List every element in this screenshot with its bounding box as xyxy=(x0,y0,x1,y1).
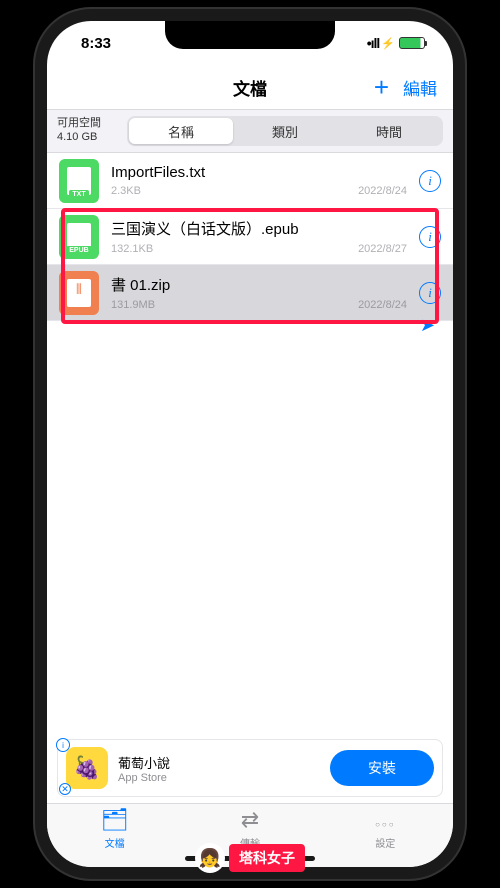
watermark: 👧 塔科女子 xyxy=(195,843,305,873)
ad-subtitle: App Store xyxy=(118,772,320,784)
screen: 8:33 ⚡ 文檔 + 編輯 可用空間 4.10 GB 名稱 類別 時間 xyxy=(47,21,453,867)
file-row[interactable]: ImportFiles.txt 2.3KB 2022/8/24 i xyxy=(47,153,453,209)
tab-settings[interactable]: 設定 xyxy=(318,804,453,853)
ad-info-icon[interactable]: i xyxy=(56,738,70,752)
ad-app-icon: 🍇 xyxy=(66,747,108,789)
file-name: 三国演义（白话文版）.epub xyxy=(111,218,407,239)
more-icon xyxy=(375,807,396,833)
storage-info: 可用空間 4.10 GB xyxy=(57,117,119,145)
info-button[interactable]: i xyxy=(419,282,441,304)
storage-value: 4.10 GB xyxy=(57,131,119,145)
transfer-icon: ⇄ xyxy=(241,807,259,833)
segment-type[interactable]: 類別 xyxy=(233,118,337,144)
info-button[interactable]: i xyxy=(419,170,441,192)
file-row[interactable]: 三国演义（白话文版）.epub 132.1KB 2022/8/27 i xyxy=(47,209,453,265)
tab-files[interactable]: 🗂 文檔 xyxy=(47,804,182,853)
epub-file-icon xyxy=(59,215,99,259)
file-date: 2022/8/24 xyxy=(358,299,407,311)
notch xyxy=(165,21,335,49)
file-size: 2.3KB xyxy=(111,185,141,197)
folder-icon: 🗂 xyxy=(101,807,129,833)
file-row[interactable]: 書 01.zip 131.9MB 2022/8/24 i xyxy=(47,265,453,321)
storage-label: 可用空間 xyxy=(57,117,119,131)
nav-bar: 文檔 + 編輯 xyxy=(47,65,453,109)
charge-icon: ⚡ xyxy=(381,37,395,50)
segment-time[interactable]: 時間 xyxy=(337,118,441,144)
ad-banner[interactable]: i ✕ 🍇 葡萄小說 App Store 安裝 xyxy=(57,739,443,797)
tab-label: 設定 xyxy=(375,835,395,850)
tab-label: 文檔 xyxy=(105,835,125,850)
file-name: 書 01.zip xyxy=(111,274,407,295)
file-name: ImportFiles.txt xyxy=(111,164,407,181)
sort-segmented-control[interactable]: 名稱 類別 時間 xyxy=(127,116,443,146)
file-date: 2022/8/27 xyxy=(358,243,407,255)
file-list[interactable]: ImportFiles.txt 2.3KB 2022/8/24 i 三国演义（白… xyxy=(47,153,453,739)
status-right: ⚡ xyxy=(367,35,425,52)
page-title: 文檔 xyxy=(233,75,267,100)
edit-button[interactable]: 編輯 xyxy=(403,75,437,100)
file-size: 131.9MB xyxy=(111,299,155,311)
watermark-text: 塔科女子 xyxy=(229,844,305,872)
status-time: 8:33 xyxy=(81,35,111,52)
battery-icon xyxy=(399,37,425,49)
file-date: 2022/8/24 xyxy=(358,185,407,197)
ad-close-icon[interactable]: ✕ xyxy=(59,783,71,795)
info-button[interactable]: i xyxy=(419,226,441,248)
segment-name[interactable]: 名稱 xyxy=(129,118,233,144)
txt-file-icon xyxy=(59,159,99,203)
file-size: 132.1KB xyxy=(111,243,153,255)
watermark-icon: 👧 xyxy=(195,843,225,873)
add-button[interactable]: + xyxy=(374,74,389,100)
sub-bar: 可用空間 4.10 GB 名稱 類別 時間 xyxy=(47,109,453,153)
phone-frame: 8:33 ⚡ 文檔 + 編輯 可用空間 4.10 GB 名稱 類別 時間 xyxy=(35,9,465,879)
ad-title: 葡萄小說 xyxy=(118,753,320,772)
ad-install-button[interactable]: 安裝 xyxy=(330,750,434,786)
signal-icon xyxy=(367,35,380,52)
send-icon[interactable]: ➤ xyxy=(420,315,435,336)
zip-file-icon xyxy=(59,271,99,315)
